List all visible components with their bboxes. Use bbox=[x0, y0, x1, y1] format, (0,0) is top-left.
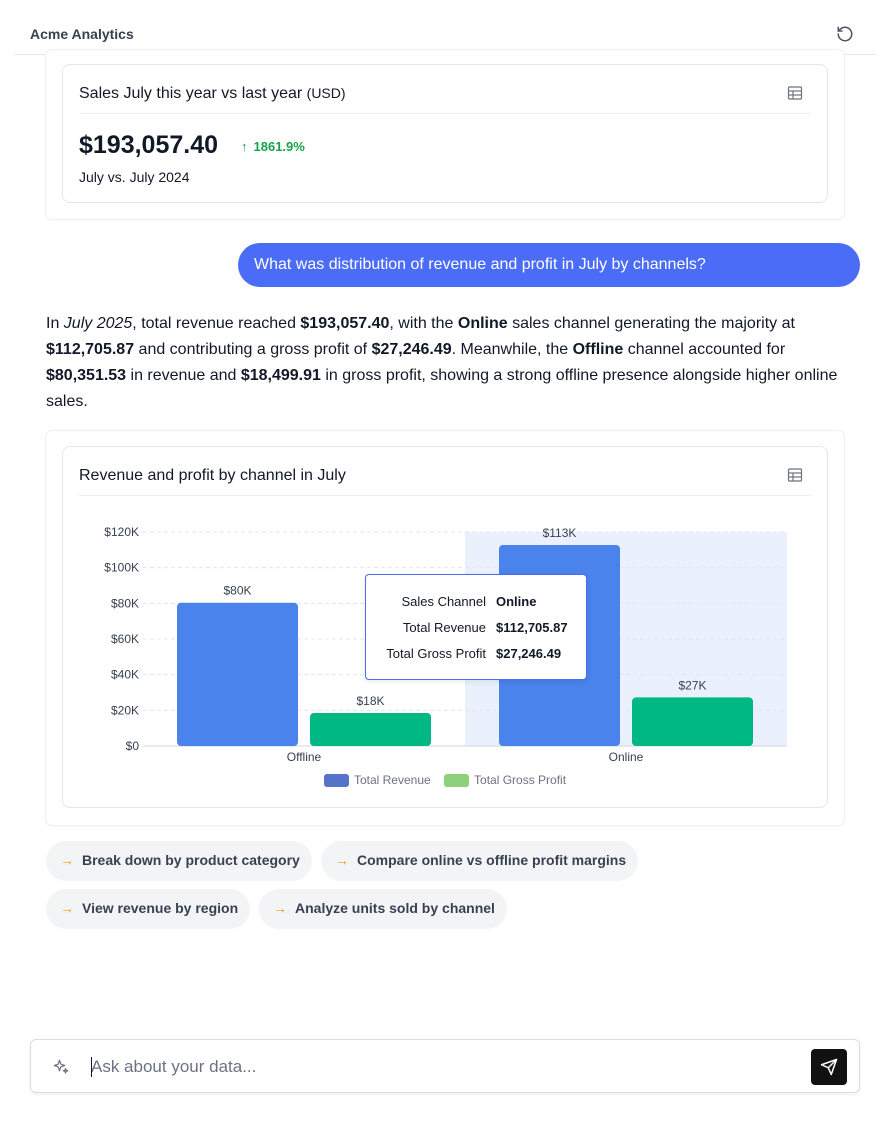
app-header: Acme Analytics bbox=[14, 14, 876, 55]
x-tick-label: Offline bbox=[287, 750, 322, 764]
chart-tooltip: Sales Channel Online Total Revenue $112,… bbox=[365, 574, 587, 680]
suggestion-chip[interactable]: → Break down by product category bbox=[46, 841, 312, 881]
suggestion-label: View revenue by region bbox=[82, 900, 239, 916]
chart-legend: Total Revenue Total Gross Profit bbox=[63, 773, 827, 790]
y-tick-label: $0 bbox=[126, 739, 140, 753]
suggestion-label: Analyze units sold by channel bbox=[295, 900, 495, 916]
arrow-right-icon: → bbox=[273, 900, 287, 916]
y-tick-label: $120K bbox=[104, 525, 139, 539]
x-tick-label: Online bbox=[609, 750, 644, 764]
suggestion-label: Break down by product category bbox=[82, 852, 300, 868]
arrow-right-icon: → bbox=[60, 900, 74, 916]
legend-swatch bbox=[444, 773, 470, 787]
tooltip-value: $27,246.49 bbox=[496, 646, 562, 661]
bar bbox=[632, 697, 753, 746]
suggestion-chip[interactable]: → View revenue by region bbox=[46, 889, 251, 929]
chart-card: Revenue and profit by channel in July $0… bbox=[62, 446, 828, 808]
tooltip-label: Total Gross Profit bbox=[386, 646, 486, 661]
kpi-divider bbox=[79, 113, 811, 114]
legend-label: Total Revenue bbox=[353, 773, 431, 787]
data-label: $18K bbox=[356, 694, 384, 708]
chat-composer bbox=[30, 1039, 860, 1093]
chat-input[interactable] bbox=[91, 1052, 791, 1082]
bar bbox=[310, 713, 431, 746]
kpi-change-value: 1861.9% bbox=[253, 139, 305, 154]
tooltip-row: Sales Channel Online bbox=[366, 594, 586, 610]
y-tick-label: $60K bbox=[111, 632, 139, 646]
chart-card-container: Revenue and profit by channel in July $0… bbox=[46, 431, 844, 825]
legend-swatch bbox=[323, 773, 349, 787]
assistant-answer: In July 2025, total revenue reached $193… bbox=[46, 315, 838, 410]
kpi-unit: (USD) bbox=[306, 85, 346, 101]
legend-item[interactable]: Total Gross Profit bbox=[444, 773, 566, 787]
kpi-card: Sales July this year vs last year (USD) … bbox=[62, 64, 828, 203]
kpi-subtitle: July vs. July 2024 bbox=[79, 169, 190, 185]
rotate-ccw-icon[interactable] bbox=[836, 25, 854, 43]
send-button[interactable] bbox=[811, 1049, 847, 1085]
sparkles-icon bbox=[53, 1059, 69, 1074]
tooltip-label: Sales Channel bbox=[401, 594, 486, 609]
y-tick-label: $80K bbox=[111, 596, 139, 610]
tooltip-value: $112,705.87 bbox=[496, 620, 568, 635]
app-title: Acme Analytics bbox=[30, 26, 134, 42]
legend-item[interactable]: Total Revenue bbox=[323, 773, 431, 787]
y-tick-label: $40K bbox=[111, 668, 139, 682]
data-label: $27K bbox=[678, 678, 706, 692]
legend-label: Total Gross Profit bbox=[474, 773, 567, 787]
y-tick-label: $100K bbox=[104, 561, 139, 575]
kpi-card-title: Sales July this year vs last year (USD) bbox=[79, 85, 346, 103]
tooltip-row: Total Gross Profit $27,246.49 bbox=[366, 646, 586, 662]
user-message: What was distribution of revenue and pro… bbox=[238, 243, 860, 287]
suggestion-chip[interactable]: → Analyze units sold by channel bbox=[259, 889, 507, 929]
text-caret bbox=[91, 1057, 92, 1077]
kpi-value: $193,057.40 bbox=[79, 131, 219, 159]
tooltip-value: Online bbox=[496, 594, 537, 609]
data-label: $80K bbox=[223, 584, 251, 598]
suggestion-chip[interactable]: → Compare online vs offline profit margin… bbox=[321, 841, 639, 881]
send-icon bbox=[820, 1058, 838, 1076]
tooltip-row: Total Revenue $112,705.87 bbox=[366, 620, 586, 636]
arrow-up-icon: ↑ bbox=[241, 139, 248, 154]
kpi-change: ↑ 1861.9% bbox=[241, 139, 305, 154]
arrow-right-icon: → bbox=[60, 852, 74, 868]
data-label: $113K bbox=[543, 526, 577, 540]
y-tick-label: $20K bbox=[111, 703, 139, 717]
bar bbox=[177, 602, 298, 746]
table-icon[interactable] bbox=[787, 85, 803, 101]
tooltip-label: Total Revenue bbox=[402, 620, 486, 635]
kpi-title-text: Sales July this year vs last year bbox=[79, 85, 303, 102]
arrow-right-icon: → bbox=[335, 852, 349, 868]
suggestion-label: Compare online vs offline profit margins bbox=[357, 852, 627, 868]
kpi-card-container: Sales July this year vs last year (USD) … bbox=[46, 50, 844, 219]
